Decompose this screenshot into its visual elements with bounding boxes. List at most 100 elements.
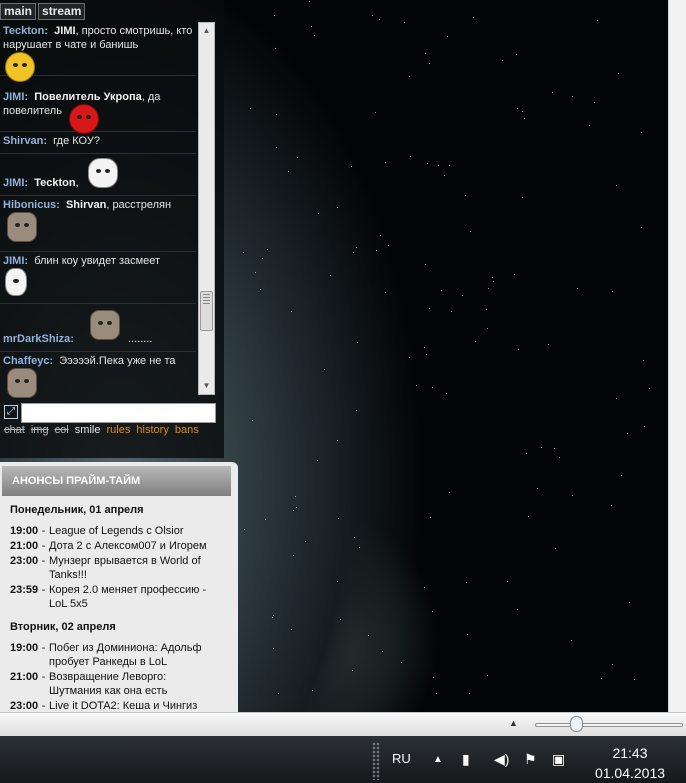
star	[600, 677, 602, 679]
star	[472, 16, 474, 18]
star	[330, 275, 332, 277]
message-nick[interactable]: JIMI	[3, 255, 24, 267]
message-nick[interactable]: Shirvan	[3, 135, 43, 147]
message-nick[interactable]: Hibonicus	[3, 199, 56, 211]
star	[416, 385, 418, 387]
language-indicator[interactable]: RU	[392, 751, 411, 766]
event-item[interactable]: 19:00- League of Legends с Olsior	[10, 524, 236, 538]
star	[465, 195, 467, 197]
star	[468, 692, 470, 694]
link-col[interactable]: col	[55, 424, 69, 436]
show-hidden-icons-icon[interactable]: ▲	[433, 754, 443, 765]
message-nick[interactable]: Chaffeyc	[3, 355, 49, 367]
star	[522, 110, 524, 112]
event-item[interactable]: 23:00- Live it DOTA2: Кеша и Чингиз	[10, 699, 236, 712]
link-img[interactable]: img	[31, 424, 49, 436]
chat-message: Shirvan: где КОУ?	[0, 132, 196, 154]
star	[324, 369, 326, 371]
star	[359, 546, 361, 548]
star	[250, 108, 252, 110]
link-rules[interactable]: rules	[107, 424, 131, 436]
scroll-up-icon[interactable]: ▲	[199, 23, 214, 39]
event-item[interactable]: 23:59- Корея 2.0 меняет профессию - LoL 5…	[10, 583, 236, 611]
zoom-slider-knob[interactable]	[570, 716, 583, 732]
scroll-thumb[interactable]	[200, 291, 213, 331]
event-item[interactable]: 19:00- Побег из Доминиона: Адольф пробует…	[10, 641, 236, 669]
tab-main[interactable]: main	[0, 3, 37, 20]
message-text: где КОУ?	[53, 135, 100, 147]
star	[516, 107, 518, 109]
chat-messages: Teckton: JIMI, просто смотришь, кто нару…	[0, 22, 196, 398]
chat-message: JIMI: Повелитель Укропа, да повелитель	[0, 76, 196, 134]
star	[426, 354, 428, 356]
link-history[interactable]: history	[136, 424, 168, 436]
event-item[interactable]: 23:00- Мунзерг врывается в World of Tanks…	[10, 554, 236, 582]
star	[336, 581, 338, 583]
star	[588, 124, 590, 126]
star	[437, 165, 439, 167]
right-scroll-strip[interactable]	[668, 0, 686, 712]
star	[288, 170, 290, 172]
chat-message: JIMI: блин коу увидет засмеет	[0, 252, 196, 304]
link-bans[interactable]: bans	[175, 424, 199, 436]
clock-time: 21:43	[612, 745, 648, 761]
star	[612, 290, 614, 292]
link-smile[interactable]: smile	[75, 424, 101, 436]
star	[296, 506, 298, 508]
star	[252, 420, 254, 422]
clock[interactable]: 21:43 01.04.2013	[590, 743, 670, 783]
star	[272, 616, 274, 618]
star	[522, 196, 524, 198]
star	[336, 439, 338, 441]
chat-message: mrDarkShiza: ........	[0, 304, 196, 352]
star	[353, 536, 355, 538]
chat-message: JIMI: Teckton,	[0, 154, 196, 196]
tab-stream[interactable]: stream	[38, 3, 86, 20]
zoom-slider-track[interactable]	[535, 723, 683, 727]
message-mention[interactable]: Teckton	[34, 177, 75, 189]
star	[445, 392, 447, 394]
network-icon[interactable]: ▣	[552, 751, 565, 768]
chat-input[interactable]	[21, 403, 216, 423]
message-nick[interactable]: JIMI	[3, 177, 24, 189]
expand-icon[interactable]: ⤢	[4, 405, 18, 419]
event-item[interactable]: 21:00- Возвращение Леворго: Шутмания как …	[10, 670, 236, 698]
star	[350, 165, 352, 167]
taskbar-grip[interactable]	[372, 742, 380, 780]
star	[486, 308, 488, 310]
star	[547, 344, 549, 346]
action-center-flag-icon[interactable]: ⚑	[524, 751, 537, 768]
chat-scrollbar[interactable]: ▲ ▼	[198, 22, 215, 395]
star	[378, 19, 380, 21]
message-nick[interactable]: mrDarkShiza	[3, 333, 70, 345]
triangle-up-icon[interactable]: ▲	[509, 718, 518, 728]
star	[449, 164, 451, 166]
star	[352, 669, 354, 671]
star	[375, 250, 377, 252]
power-icon[interactable]: ▮	[462, 751, 470, 768]
star	[352, 251, 354, 253]
star	[357, 341, 359, 343]
star	[314, 35, 315, 37]
star	[260, 288, 261, 290]
star	[641, 227, 643, 229]
event-item[interactable]: 21:00- Дота 2 с Алексом007 и Игорем	[10, 539, 236, 553]
star	[618, 73, 620, 75]
star	[273, 648, 275, 650]
star	[408, 356, 410, 358]
volume-icon[interactable]: ◀)	[494, 751, 509, 768]
message-nick[interactable]: Teckton	[3, 25, 44, 37]
message-nick[interactable]: JIMI	[3, 91, 24, 103]
link-chat[interactable]: chat	[4, 424, 25, 436]
message-mention[interactable]: Повелитель Укропа	[34, 91, 142, 103]
message-text: блин коу увидет засмеет	[34, 255, 161, 267]
star	[629, 602, 631, 604]
day-heading: Вторник, 02 апреля	[10, 621, 116, 633]
message-mention[interactable]: JIMI	[54, 25, 75, 37]
star	[274, 47, 276, 49]
message-mention[interactable]: Shirvan	[66, 199, 106, 211]
star	[424, 264, 426, 266]
star	[487, 675, 489, 677]
scroll-down-icon[interactable]: ▼	[199, 378, 214, 394]
star	[317, 460, 319, 462]
